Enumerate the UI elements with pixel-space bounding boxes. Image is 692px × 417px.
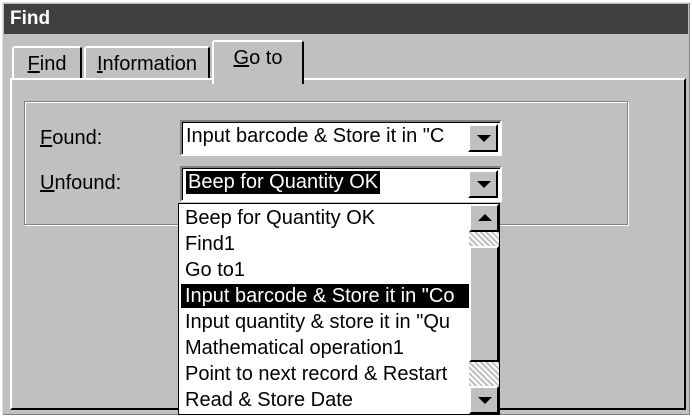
unfound-label-text: nfound: bbox=[54, 172, 122, 194]
arrow-down-icon bbox=[478, 397, 492, 404]
dropdown-option[interactable]: Point to next record & Restart bbox=[181, 362, 469, 386]
found-label: Found: bbox=[40, 127, 102, 150]
tab-go-to[interactable]: Go to bbox=[212, 40, 304, 84]
unfound-value: Beep for Quantity OK bbox=[186, 171, 381, 194]
found-combobox[interactable]: Input barcode & Store it in "C bbox=[180, 120, 502, 156]
scroll-up-button[interactable] bbox=[469, 204, 499, 232]
unfound-label: Unfound: bbox=[40, 172, 121, 195]
tab-find-accel: F bbox=[27, 53, 40, 75]
tab-go-to-accel: G bbox=[233, 47, 250, 69]
dropdown-option-highlighted[interactable]: Input barcode & Store it in "Co bbox=[181, 284, 469, 308]
dropdown-option[interactable]: Beep for Quantity OK bbox=[181, 206, 469, 230]
found-value: Input barcode & Store it in "C bbox=[186, 125, 445, 147]
scrollbar-thumb[interactable] bbox=[469, 246, 499, 362]
dropdown-scrollbar[interactable] bbox=[469, 204, 499, 414]
found-label-accel: F bbox=[40, 127, 53, 149]
window-title: Find bbox=[4, 4, 688, 34]
arrow-up-icon bbox=[478, 214, 492, 221]
unfound-dropdown-button[interactable] bbox=[468, 170, 498, 198]
dropdown-option[interactable]: Input quantity & store it in "Qu bbox=[181, 310, 469, 334]
unfound-label-accel: U bbox=[40, 172, 55, 194]
chevron-down-icon bbox=[477, 181, 491, 188]
unfound-combobox[interactable]: Beep for Quantity OK bbox=[180, 166, 502, 202]
tab-information-label: nformation bbox=[102, 53, 198, 75]
tab-go-to-label: o to bbox=[249, 47, 283, 69]
dropdown-option[interactable]: Find1 bbox=[181, 232, 469, 256]
chevron-down-icon bbox=[477, 135, 491, 142]
unfound-dropdown-list[interactable]: Beep for Quantity OK Find1 Go to1 Input … bbox=[178, 203, 500, 415]
scroll-down-button[interactable] bbox=[469, 386, 499, 414]
tab-find-label: ind bbox=[39, 53, 67, 75]
dropdown-option[interactable]: Go to1 bbox=[181, 258, 469, 282]
dropdown-option[interactable]: Read & Store Date bbox=[181, 388, 469, 412]
found-dropdown-button[interactable] bbox=[468, 124, 498, 152]
found-label-text: ound: bbox=[52, 127, 103, 149]
dropdown-option[interactable]: Mathematical operation1 bbox=[181, 336, 469, 360]
